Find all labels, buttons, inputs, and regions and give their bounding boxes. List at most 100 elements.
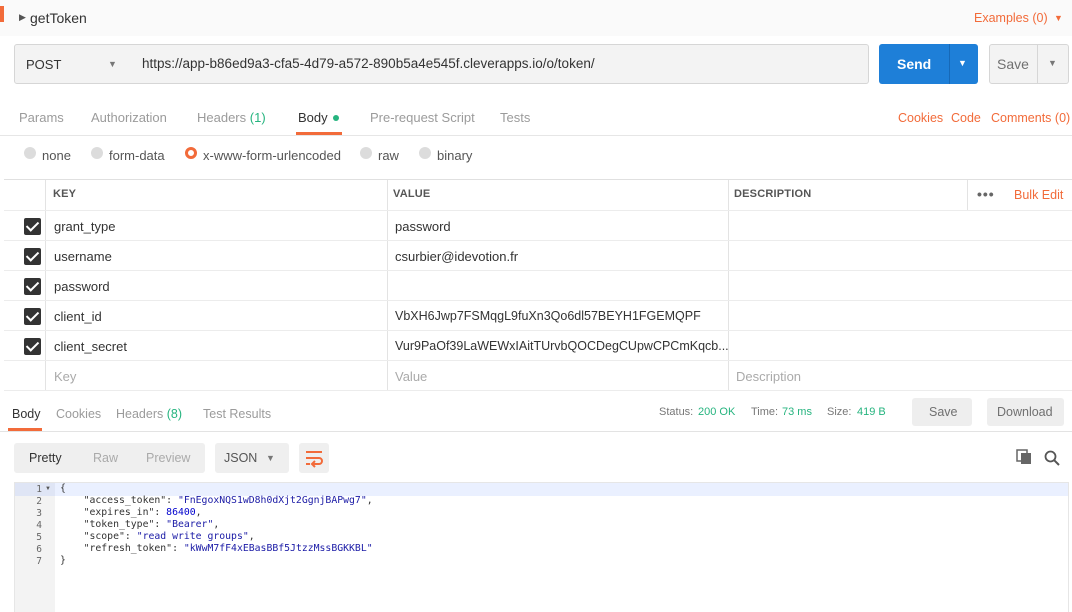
row-divider xyxy=(4,240,1072,241)
response-tab-body[interactable]: Body xyxy=(12,407,41,421)
code-line: "access_token": "FnEgoxNQS1wD8h0dXjt2Ggn… xyxy=(60,495,373,506)
json-punctuation: : xyxy=(124,531,137,542)
radio-binary[interactable] xyxy=(419,147,431,159)
radio-form-data-label[interactable]: form-data xyxy=(109,148,165,163)
format-raw[interactable]: Raw xyxy=(93,451,118,465)
tab-headers-count: (1) xyxy=(249,110,266,125)
new-value-input[interactable]: Value xyxy=(395,369,427,384)
collapse-caret-icon[interactable]: ▶ xyxy=(19,12,26,23)
row-divider xyxy=(4,270,1072,271)
format-pretty[interactable]: Pretty xyxy=(29,451,62,465)
line-number: 2 xyxy=(36,496,42,507)
save-button-label[interactable]: Save xyxy=(997,56,1029,72)
examples-dropdown[interactable]: Examples (0) xyxy=(974,11,1048,25)
response-tab-headers-label: Headers xyxy=(116,407,164,421)
tab-headers-label: Headers xyxy=(197,110,247,125)
chevron-down-icon[interactable]: ▼ xyxy=(266,453,275,463)
param-value[interactable]: csurbier@idevotion.fr xyxy=(395,249,518,264)
fold-toggle-icon[interactable]: ▼ xyxy=(45,486,51,492)
param-key[interactable]: password xyxy=(54,279,110,294)
row-checkbox[interactable] xyxy=(24,308,41,325)
column-header-value: VALUE xyxy=(393,188,431,200)
body-indicator-dot xyxy=(333,115,339,121)
json-punctuation: , xyxy=(366,495,373,506)
chevron-down-icon[interactable]: ▼ xyxy=(1054,13,1063,23)
json-punctuation: , xyxy=(195,507,202,518)
radio-raw[interactable] xyxy=(360,147,372,159)
json-number: 86400 xyxy=(166,507,196,518)
cookies-link[interactable]: Cookies xyxy=(898,111,943,125)
code-line: } xyxy=(60,555,66,566)
bulk-edit-link[interactable]: Bulk Edit xyxy=(1014,188,1063,202)
tab-authorization[interactable]: Authorization xyxy=(91,110,167,125)
json-string: "read write groups" xyxy=(136,531,249,542)
format-preview[interactable]: Preview xyxy=(146,451,190,465)
code-line: "expires_in": 86400, xyxy=(60,507,202,518)
radio-urlencoded-label[interactable]: x-www-form-urlencoded xyxy=(203,148,341,163)
response-tab-headers[interactable]: Headers (8) xyxy=(116,407,182,421)
method-value[interactable]: POST xyxy=(26,57,61,72)
json-string: "Bearer" xyxy=(166,519,214,530)
json-key: "scope" xyxy=(83,531,125,542)
radio-raw-label[interactable]: raw xyxy=(378,148,399,163)
radio-urlencoded[interactable] xyxy=(185,147,197,159)
row-divider xyxy=(4,300,1072,301)
tab-body[interactable]: Body xyxy=(298,110,328,125)
response-tab-test-results[interactable]: Test Results xyxy=(203,407,271,421)
param-key[interactable]: client_id xyxy=(54,309,102,324)
more-options-icon[interactable]: ••• xyxy=(977,186,995,202)
column-header-description: DESCRIPTION xyxy=(734,188,812,200)
radio-none-label[interactable]: none xyxy=(42,148,71,163)
request-title-bar xyxy=(0,0,1072,36)
json-punctuation: } xyxy=(60,555,66,566)
param-key[interactable]: grant_type xyxy=(54,219,115,234)
chevron-down-icon[interactable]: ▼ xyxy=(108,59,117,69)
json-punctuation xyxy=(60,507,84,518)
param-key[interactable]: client_secret xyxy=(54,339,127,354)
row-divider xyxy=(4,360,1072,361)
row-checkbox[interactable] xyxy=(24,248,41,265)
code-line: "token_type": "Bearer", xyxy=(60,519,220,530)
copy-icon[interactable] xyxy=(1016,449,1032,465)
code-link[interactable]: Code xyxy=(951,111,981,125)
url-value[interactable]: https://app-b86ed9a3-cfa5-4d79-a572-890b… xyxy=(142,56,595,71)
new-key-input[interactable]: Key xyxy=(54,369,76,384)
request-name[interactable]: getToken xyxy=(30,10,87,26)
row-checkbox[interactable] xyxy=(24,338,41,355)
radio-none[interactable] xyxy=(24,147,36,159)
json-key: "refresh_token" xyxy=(83,543,173,554)
json-punctuation: : xyxy=(154,507,167,518)
tab-headers[interactable]: Headers (1) xyxy=(197,110,266,125)
row-checkbox[interactable] xyxy=(24,278,41,295)
chevron-down-icon[interactable]: ▼ xyxy=(958,58,967,68)
json-punctuation: { xyxy=(60,483,66,494)
radio-form-data[interactable] xyxy=(91,147,103,159)
row-divider xyxy=(4,390,1072,391)
param-value[interactable]: Vur9PaOf39LaWEWxIAitTUrvbQOCDegCUpwCPCmK… xyxy=(395,339,729,353)
param-value[interactable]: VbXH6Jwp7FSMqgL9fuXn3Qo6dl57BEYH1FGEMQPF xyxy=(395,309,701,323)
column-divider xyxy=(387,180,388,390)
param-value[interactable]: password xyxy=(395,219,451,234)
tab-tests[interactable]: Tests xyxy=(500,110,530,125)
tab-params[interactable]: Params xyxy=(19,110,64,125)
chevron-down-icon[interactable]: ▼ xyxy=(1048,58,1057,68)
json-punctuation: , xyxy=(213,519,220,530)
row-checkbox[interactable] xyxy=(24,218,41,235)
line-number: 7 xyxy=(36,556,42,567)
search-icon[interactable] xyxy=(1044,450,1060,466)
tabs-divider xyxy=(0,135,1072,136)
status-value: 200 OK xyxy=(698,406,736,418)
comments-link[interactable]: Comments (0) xyxy=(991,111,1070,125)
wrap-lines-icon[interactable] xyxy=(304,448,324,468)
save-response-label[interactable]: Save xyxy=(929,405,958,419)
download-label[interactable]: Download xyxy=(997,405,1053,419)
response-tab-cookies[interactable]: Cookies xyxy=(56,407,101,421)
json-punctuation xyxy=(60,543,84,554)
radio-binary-label[interactable]: binary xyxy=(437,148,472,163)
send-button-label[interactable]: Send xyxy=(897,56,931,72)
new-description-input[interactable]: Description xyxy=(736,369,801,384)
language-value[interactable]: JSON xyxy=(224,451,257,465)
tab-prerequest-script[interactable]: Pre-request Script xyxy=(370,110,475,125)
param-key[interactable]: username xyxy=(54,249,112,264)
json-key: "access_token" xyxy=(83,495,167,506)
